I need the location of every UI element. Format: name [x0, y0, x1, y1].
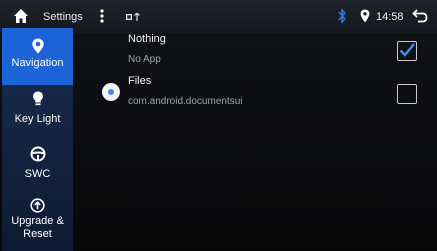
screen: Settings 14:58 Navigation Key Light SWC …: [0, 0, 437, 251]
app-subtitle-nothing: No App: [128, 54, 161, 65]
app-title-nothing: Nothing: [128, 33, 166, 45]
sidebar-item-navigation[interactable]: Navigation: [2, 28, 73, 85]
home-icon[interactable]: [13, 8, 29, 24]
sidebar-item-label-line2: Reset: [23, 228, 52, 240]
clock: 14:58: [376, 11, 404, 23]
app-title-files: Files: [128, 75, 152, 87]
sidebar: Navigation Key Light SWC Upgrade & Reset: [2, 28, 73, 251]
upgrade-icon: [30, 198, 45, 213]
checkmark-icon: [399, 43, 415, 57]
location-pin-icon: [31, 38, 44, 54]
sidebar-item-swc[interactable]: SWC: [2, 146, 73, 196]
sidebar-item-label: Key Light: [14, 113, 61, 125]
sidebar-item-label: Navigation: [11, 57, 64, 69]
app-title: Settings: [43, 11, 83, 23]
notification-icons: [126, 13, 140, 21]
lightbulb-icon: [32, 91, 43, 106]
checkbox-nothing[interactable]: [397, 41, 417, 61]
more-vert-icon[interactable]: [100, 9, 104, 23]
location-icon: [360, 9, 370, 23]
radio-dot-icon: [108, 89, 114, 95]
sidebar-item-label: SWC: [24, 168, 51, 180]
radio-files[interactable]: [102, 83, 120, 101]
back-icon[interactable]: [412, 9, 428, 23]
checkbox-files[interactable]: [397, 84, 417, 104]
app-list: Nothing No App Files com.android.documen…: [75, 33, 437, 251]
steering-wheel-icon: [30, 146, 45, 162]
sidebar-item-key-light[interactable]: Key Light: [2, 91, 73, 141]
bluetooth-icon: [338, 8, 347, 24]
sidebar-item-upgrade-reset[interactable]: Upgrade & Reset: [2, 198, 73, 251]
sidebar-item-label: Upgrade &: [11, 215, 64, 227]
app-subtitle-files: com.android.documentsui: [128, 96, 243, 107]
